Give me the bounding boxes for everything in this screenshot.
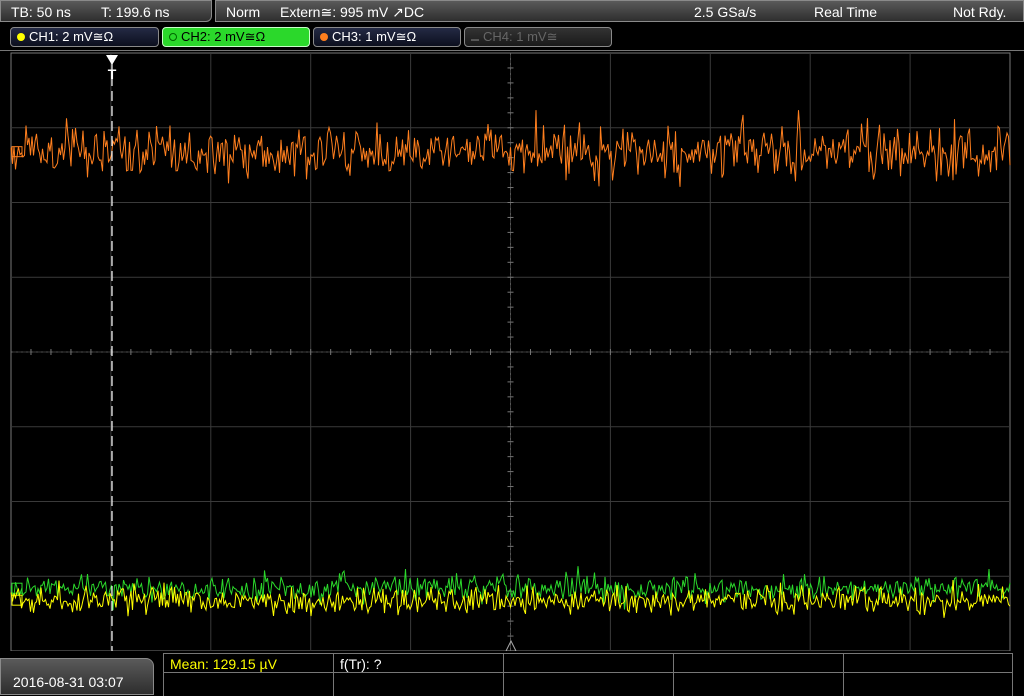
ch4-label: CH4: 1 mV≅	[483, 29, 558, 44]
measurement-cell-3[interactable]	[503, 654, 673, 696]
ch1-label: CH1: 2 mV≅Ω	[29, 29, 114, 44]
measurement-1-value: Mean: 129.15 µV	[170, 656, 277, 672]
timebase-label: TB: 50 ns	[11, 4, 71, 20]
ch3-color-dot	[320, 33, 328, 41]
measurement-cell-4[interactable]	[673, 654, 843, 696]
ch3-label: CH3: 1 mV≅Ω	[332, 29, 417, 44]
channel-tab-ch2[interactable]: CH2: 2 mV≅Ω	[162, 27, 310, 47]
measurement-cell-1[interactable]: Mean: 129.15 µV	[163, 654, 333, 696]
waveform-canvas: T	[10, 52, 1011, 651]
trigger-time-label: T: 199.6 ns	[101, 4, 170, 20]
ch2-color-dot	[169, 33, 177, 41]
ch4-color-dot	[471, 39, 479, 41]
datetime-label: 2016-08-31 03:07	[13, 674, 124, 690]
ch1-color-dot	[17, 33, 25, 41]
sample-rate-label: 2.5 GSa/s	[694, 4, 757, 20]
channel-tab-ch4[interactable]: CH4: 1 mV≅	[464, 27, 612, 47]
bottom-bar: 2016-08-31 03:07 Mean: 129.15 µV f(Tr): …	[0, 650, 1024, 696]
channel-tab-ch1[interactable]: CH1: 2 mV≅Ω	[10, 27, 159, 47]
trigger-mode-label: Norm	[226, 4, 261, 20]
measurement-cell-2[interactable]: f(Tr): ?	[333, 654, 503, 696]
trigger-box[interactable]: Norm Extern≅: 995 mV ↗DC 2.5 GSa/s Real …	[215, 0, 1024, 22]
channel-tabs: CH1: 2 mV≅Ω CH2: 2 mV≅Ω CH3: 1 mV≅Ω CH4:…	[0, 25, 1024, 49]
channel-tab-ch3[interactable]: CH3: 1 mV≅Ω	[313, 27, 461, 47]
status-bar: TB: 50 ns T: 199.6 ns Norm Extern≅: 995 …	[0, 0, 1024, 24]
ch2-label: CH2: 2 mV≅Ω	[181, 29, 266, 44]
timebase-box[interactable]: TB: 50 ns T: 199.6 ns	[0, 0, 212, 22]
datetime-box: 2016-08-31 03:07	[0, 658, 154, 695]
measurement-cell-5[interactable]	[843, 654, 1013, 696]
trigger-source-label: Extern≅: 995 mV ↗DC	[280, 4, 425, 20]
trigger-marker-label: T	[108, 66, 117, 82]
measurement-divider	[163, 672, 1013, 673]
waveform-display[interactable]: T	[0, 50, 1024, 651]
acquisition-mode-label: Real Time	[814, 4, 878, 20]
measurement-table: Mean: 129.15 µV f(Tr): ?	[163, 653, 1013, 696]
acquisition-state-label: Not Rdy.	[953, 4, 1007, 20]
measurement-2-value: f(Tr): ?	[340, 656, 382, 672]
trigger-position-arrow-icon	[106, 55, 118, 65]
